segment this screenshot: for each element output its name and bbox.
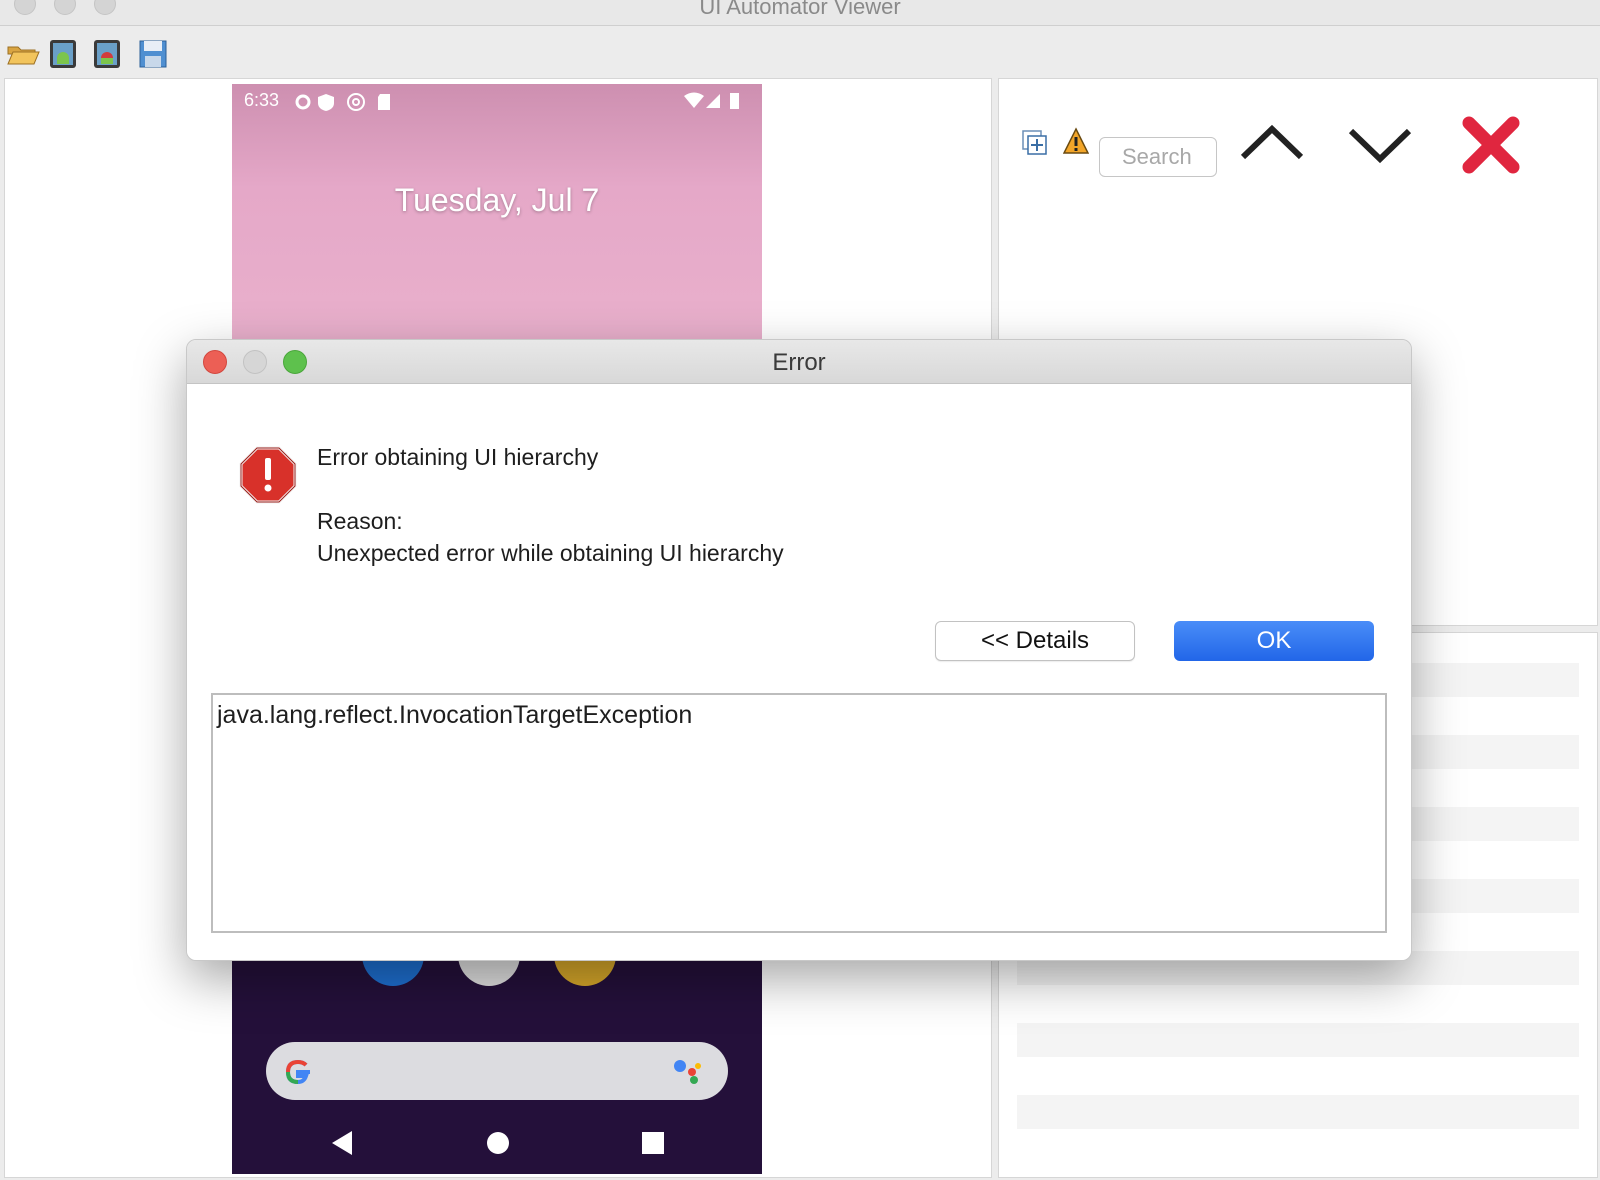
dialog-body: Error obtaining UI hierarchy Reason: Une…: [187, 384, 1411, 960]
back-icon: [332, 1131, 352, 1155]
details-button[interactable]: << Details: [935, 621, 1135, 661]
reason-label: Reason:: [317, 508, 403, 534]
chevron-down-icon[interactable]: [1347, 125, 1413, 170]
open-folder-icon[interactable]: [6, 38, 40, 70]
reason-text: Unexpected error while obtaining UI hier…: [317, 540, 784, 566]
device-screenshot-icon[interactable]: [48, 38, 82, 70]
search-input[interactable]: Search: [1099, 137, 1217, 177]
wifi-signal-battery-icon: [684, 92, 739, 109]
detail-row: [1017, 1023, 1579, 1057]
assistant-icon[interactable]: [670, 1056, 706, 1086]
chevron-up-icon[interactable]: [1239, 123, 1305, 168]
save-icon[interactable]: [136, 38, 170, 70]
window-title: UI Automator Viewer: [699, 0, 901, 19]
status-bar-icons: [295, 93, 390, 111]
home-icon: [487, 1132, 509, 1154]
clear-icon[interactable]: [1461, 115, 1521, 180]
lock-screen-top: 6:33 Tuesday, Jul 7: [232, 84, 762, 344]
ok-button[interactable]: OK: [1174, 621, 1374, 661]
dialog-title: Error: [772, 349, 826, 376]
main-toolbar: [0, 30, 1600, 76]
error-icon: [239, 446, 297, 509]
device-screenshot-compressed-icon[interactable]: [92, 38, 126, 70]
error-dialog: Error Error obtaining UI hierarchy Reaso…: [186, 339, 1412, 961]
android-nav-bar: [332, 1131, 664, 1155]
error-message: Error obtaining UI hierarchy: [317, 444, 599, 470]
warning-icon[interactable]: [1062, 127, 1090, 160]
status-bar-time: 6:33: [244, 90, 280, 110]
google-g-icon: [285, 1059, 310, 1085]
detail-row: [1017, 1095, 1579, 1129]
details-textarea[interactable]: java.lang.reflect.InvocationTargetExcept…: [211, 693, 1387, 933]
dialog-titlebar: Error: [187, 340, 1411, 384]
window-titlebar: UI Automator Viewer: [0, 0, 1600, 26]
lock-screen-date: Tuesday, Jul 7: [394, 182, 600, 218]
recents-icon: [642, 1132, 664, 1154]
expand-all-icon[interactable]: [1021, 129, 1049, 162]
google-search-bar[interactable]: [266, 1042, 728, 1100]
